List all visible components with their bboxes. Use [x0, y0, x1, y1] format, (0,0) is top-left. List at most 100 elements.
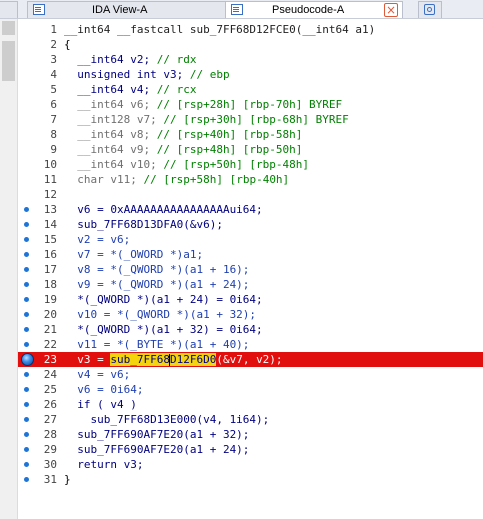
code-line[interactable]: 6 __int64 v6; // [rsp+28h] [rbp-70h] BYR…	[18, 97, 483, 112]
tab-ida-view[interactable]: IDA View-A ×	[27, 1, 244, 18]
tab-pseudocode[interactable]: Pseudocode-A ×	[225, 1, 403, 18]
scroll-thumb[interactable]	[2, 41, 15, 81]
line-number: 2	[50, 38, 57, 51]
line-number: 17	[43, 263, 57, 276]
code-line[interactable]: 19 *(_QWORD *)(a1 + 24) = 0i64;	[18, 292, 483, 307]
code-text[interactable]: __int64 v2; // rdx	[64, 52, 196, 67]
code-line[interactable]: 5 __int64 v4; // rcx	[18, 82, 483, 97]
code-line[interactable]: 18 v9 = *(_QWORD *)(a1 + 24);	[18, 277, 483, 292]
code-text[interactable]: __int64 v10; // [rsp+50h] [rbp-48h]	[64, 157, 309, 172]
line-number: 27	[43, 413, 57, 426]
code-line[interactable]: 4 unsigned int v3; // ebp	[18, 67, 483, 82]
line-number: 28	[43, 428, 57, 441]
code-text[interactable]: sub_7FF68D13E000(v4, 1i64);	[64, 412, 269, 427]
line-number: 11	[43, 173, 57, 186]
code-text[interactable]: sub_7FF690AF7E20(a1 + 24);	[64, 442, 249, 457]
code-line[interactable]: 9 __int64 v9; // [rsp+48h] [rbp-50h]	[18, 142, 483, 157]
line-number: 16	[43, 248, 57, 261]
code-text[interactable]: __int64 v4; // rcx	[64, 82, 196, 97]
code-text[interactable]: v7 = *(_OWORD *)a1;	[64, 247, 203, 262]
code-line[interactable]: 27 sub_7FF68D13E000(v4, 1i64);	[18, 412, 483, 427]
code-text[interactable]: v6 = 0i64;	[64, 382, 143, 397]
line-number: 26	[43, 398, 57, 411]
code-text[interactable]: v8 = *(_QWORD *)(a1 + 16);	[64, 262, 249, 277]
code-text[interactable]: v4 = v6;	[64, 367, 130, 382]
code-text[interactable]: sub_7FF690AF7E20(a1 + 32);	[64, 427, 249, 442]
line-number: 25	[43, 383, 57, 396]
code-line[interactable]: 8 __int64 v8; // [rsp+40h] [rbp-58h]	[18, 127, 483, 142]
line-number: 30	[43, 458, 57, 471]
code-text[interactable]: sub_7FF68D13DFA0(&v6);	[64, 217, 223, 232]
code-line[interactable]: 2 {	[18, 37, 483, 52]
line-number: 21	[43, 323, 57, 336]
tab-overflow-left[interactable]	[0, 1, 18, 18]
scroll-up-button[interactable]	[2, 21, 15, 35]
vertical-scrollbar[interactable]	[0, 19, 18, 519]
code-text[interactable]: }	[64, 472, 71, 487]
code-line[interactable]: 26 if ( v4 )	[18, 397, 483, 412]
line-number: 24	[43, 368, 57, 381]
code-line[interactable]: 12	[18, 187, 483, 202]
line-number: 15	[43, 233, 57, 246]
code-line[interactable]: 20 v10 = *(_QWORD *)(a1 + 32);	[18, 307, 483, 322]
selected-identifier[interactable]: sub_7FF68	[110, 353, 170, 366]
code-line[interactable]: 22 v11 = *(_BYTE *)(a1 + 40);	[18, 337, 483, 352]
code-text[interactable]: v9 = *(_QWORD *)(a1 + 24);	[64, 277, 249, 292]
tab-ida-view-label: IDA View-A	[92, 4, 148, 16]
code-line[interactable]: 1 __int64 __fastcall sub_7FF68D12FCE0(__…	[18, 22, 483, 37]
code-text[interactable]: v11 = *(_BYTE *)(a1 + 40);	[64, 337, 249, 352]
code-line[interactable]: 16 v7 = *(_OWORD *)a1;	[18, 247, 483, 262]
code-text[interactable]: {	[64, 37, 71, 52]
line-number: 18	[43, 278, 57, 291]
code-line[interactable]: 21 *(_QWORD *)(a1 + 32) = 0i64;	[18, 322, 483, 337]
code-line[interactable]: 30 return v3;	[18, 457, 483, 472]
code-line[interactable]: 24 v4 = v6;	[18, 367, 483, 382]
tab-pseudocode-label: Pseudocode-A	[272, 4, 345, 16]
code-line[interactable]: 10 __int64 v10; // [rsp+50h] [rbp-48h]	[18, 157, 483, 172]
code-text[interactable]: __int128 v7; // [rsp+30h] [rbp-68h] BYRE…	[64, 112, 349, 127]
code-line[interactable]: 17 v8 = *(_QWORD *)(a1 + 16);	[18, 262, 483, 277]
code-line[interactable]: 15 v2 = v6;	[18, 232, 483, 247]
code-line[interactable]: 3 __int64 v2; // rdx	[18, 52, 483, 67]
code-text[interactable]: __int64 v8; // [rsp+40h] [rbp-58h]	[64, 127, 302, 142]
code-text[interactable]: __int64 v6; // [rsp+28h] [rbp-70h] BYREF	[64, 97, 342, 112]
line-number: 8	[50, 128, 57, 141]
line-number: 12	[43, 188, 57, 201]
line-number: 23	[43, 353, 57, 366]
ida-view-icon	[33, 4, 45, 15]
line-number: 19	[43, 293, 57, 306]
line-number: 5	[50, 83, 57, 96]
function-signature[interactable]: __int64 __fastcall sub_7FF68D12FCE0(__in…	[64, 22, 375, 37]
code-text[interactable]: v2 = v6;	[64, 232, 130, 247]
code-line[interactable]: 14 sub_7FF68D13DFA0(&v6);	[18, 217, 483, 232]
code-text[interactable]: char v11; // [rsp+58h] [rbp-40h]	[64, 172, 289, 187]
code-line[interactable]: 13 v6 = 0xAAAAAAAAAAAAAAAAui64;	[18, 202, 483, 217]
line-number: 31	[43, 473, 57, 486]
code-text[interactable]: v3 = sub_7FF68D12F6D0(&v7, v2);	[64, 352, 283, 367]
pseudocode-view[interactable]: 1 __int64 __fastcall sub_7FF68D12FCE0(__…	[18, 19, 483, 519]
line-number: 14	[43, 218, 57, 231]
code-text[interactable]: if ( v4 )	[64, 397, 137, 412]
code-line[interactable]: 25 v6 = 0i64;	[18, 382, 483, 397]
code-text[interactable]: __int64 v9; // [rsp+48h] [rbp-50h]	[64, 142, 302, 157]
line-number: 13	[43, 203, 57, 216]
line-number: 3	[50, 53, 57, 66]
code-text[interactable]: *(_QWORD *)(a1 + 32) = 0i64;	[64, 322, 262, 337]
line-number: 29	[43, 443, 57, 456]
current-line-highlight[interactable]: 23 v3 = sub_7FF68D12F6D0(&v7, v2);	[18, 352, 483, 367]
code-text[interactable]: v6 = 0xAAAAAAAAAAAAAAAAui64;	[64, 202, 262, 217]
code-text[interactable]: unsigned int v3; // ebp	[64, 67, 229, 82]
line-number: 22	[43, 338, 57, 351]
code-text[interactable]: return v3;	[64, 457, 143, 472]
line-number: 20	[43, 308, 57, 321]
code-line[interactable]: 31 }	[18, 472, 483, 487]
code-line[interactable]: 7 __int128 v7; // [rsp+30h] [rbp-68h] BY…	[18, 112, 483, 127]
line-number: 9	[50, 143, 57, 156]
code-line[interactable]: 28 sub_7FF690AF7E20(a1 + 32);	[18, 427, 483, 442]
code-line[interactable]: 29 sub_7FF690AF7E20(a1 + 24);	[18, 442, 483, 457]
code-text[interactable]: *(_QWORD *)(a1 + 24) = 0i64;	[64, 292, 262, 307]
close-icon[interactable]: ×	[384, 3, 398, 17]
code-line[interactable]: 11 char v11; // [rsp+58h] [rbp-40h]	[18, 172, 483, 187]
code-text[interactable]: v10 = *(_QWORD *)(a1 + 32);	[64, 307, 256, 322]
tab-hex-view[interactable]	[418, 1, 442, 18]
